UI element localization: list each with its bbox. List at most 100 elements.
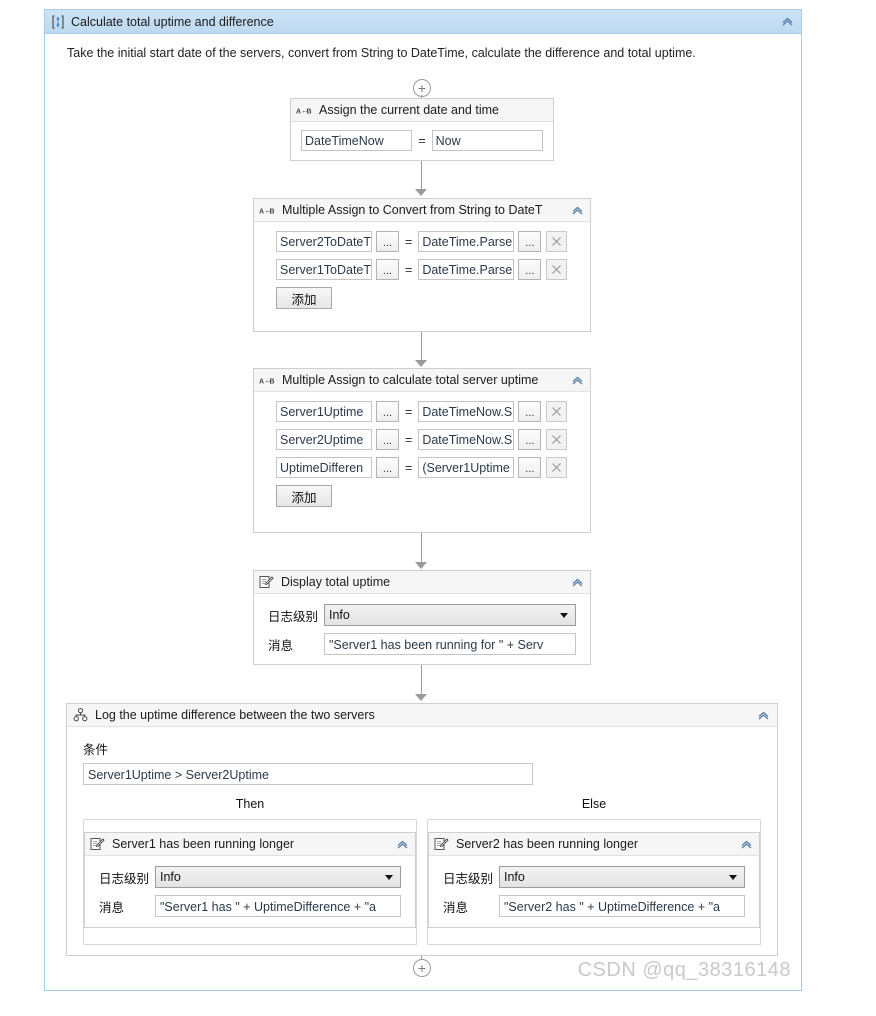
browse-value-button[interactable]: ... — [518, 457, 542, 478]
browse-value-button[interactable]: ... — [518, 259, 542, 280]
assign-row: UptimeDifferen ... = (Server1Uptime ... — [276, 457, 580, 478]
assign-to-input[interactable]: Server1Uptime — [276, 401, 372, 422]
delete-row-button[interactable] — [546, 429, 568, 450]
assign-value-input[interactable]: DateTime.Parse — [418, 259, 515, 280]
assign-to-input[interactable]: Server1ToDateT — [276, 259, 372, 280]
if-collapse-icon[interactable] — [755, 707, 771, 723]
log-message-input[interactable]: "Server1 has been running for " + Serv — [324, 633, 576, 655]
connector-arrow — [415, 694, 427, 701]
activity-body: 日志级别 Info 消息 "Server1 has been running f… — [254, 594, 590, 665]
delete-row-button[interactable] — [546, 259, 568, 280]
log-level-select[interactable]: Info — [324, 604, 576, 626]
browse-to-button[interactable]: ... — [376, 259, 399, 280]
activity-title: Multiple Assign to calculate total serve… — [282, 373, 539, 387]
activity-assign-now[interactable]: A ← B Assign the current date and time D… — [290, 98, 554, 161]
svg-text:B: B — [270, 208, 275, 215]
connector-line — [421, 665, 422, 695]
add-row-button[interactable]: 添加 — [276, 485, 332, 507]
then-drop-area[interactable]: Server1 has been running longer 日志级别 Inf… — [83, 819, 417, 945]
activity-header[interactable]: A ← B Multiple Assign to Convert from St… — [254, 199, 590, 222]
sequence-collapse-icon[interactable] — [779, 14, 795, 30]
activity-collapse-icon[interactable] — [738, 836, 754, 852]
assign-icon: A ← B — [296, 105, 312, 116]
activity-header[interactable]: Server2 has been running longer — [429, 833, 759, 856]
activity-log-server1-longer[interactable]: Server1 has been running longer 日志级别 Inf… — [84, 832, 416, 928]
add-activity-bottom-button[interactable]: + — [413, 959, 431, 977]
log-level-select[interactable]: Info — [499, 866, 745, 888]
log-message-field: 消息 "Server1 has " + UptimeDifference + "… — [99, 895, 401, 917]
assign-row: DateTimeNow = Now — [301, 130, 543, 151]
connector-line — [421, 533, 422, 563]
svg-text:B: B — [270, 378, 275, 385]
assign-to-input[interactable]: DateTimeNow — [301, 130, 413, 151]
assign-row: Server2ToDateT ... = DateTime.Parse ... — [276, 231, 580, 252]
equals-sign: = — [405, 460, 413, 475]
add-row-button[interactable]: 添加 — [276, 287, 332, 309]
connector-arrow — [415, 562, 427, 569]
log-message-input[interactable]: "Server2 has " + UptimeDifference + "a — [499, 895, 745, 917]
activity-multiple-assign-uptime[interactable]: A ← B Multiple Assign to calculate total… — [253, 368, 591, 533]
activity-collapse-icon[interactable] — [394, 836, 410, 852]
activity-header[interactable]: Display total uptime — [254, 571, 590, 594]
if-header[interactable]: Log the uptime difference between the tw… — [67, 704, 777, 727]
browse-to-button[interactable]: ... — [376, 401, 399, 422]
log-message-input[interactable]: "Server1 has " + UptimeDifference + "a — [155, 895, 401, 917]
activity-multiple-assign-convert[interactable]: A ← B Multiple Assign to Convert from St… — [253, 198, 591, 332]
activity-collapse-icon[interactable] — [569, 574, 585, 590]
browse-value-button[interactable]: ... — [518, 429, 542, 450]
activity-body: Server1Uptime ... = DateTimeNow.S ... Se… — [254, 392, 590, 517]
assign-value-input[interactable]: DateTimeNow.S — [418, 429, 515, 450]
activity-header[interactable]: A ← B Assign the current date and time — [291, 99, 553, 122]
connector-line — [421, 332, 422, 361]
equals-sign: = — [405, 404, 413, 419]
log-message-field: 消息 "Server1 has been running for " + Ser… — [268, 633, 576, 655]
assign-value-input[interactable]: (Server1Uptime — [418, 457, 515, 478]
connector-arrow — [415, 360, 427, 367]
browse-value-button[interactable]: ... — [518, 231, 542, 252]
add-activity-top-button[interactable]: + — [413, 79, 431, 97]
assign-value-input[interactable]: Now — [431, 130, 543, 151]
delete-row-button[interactable] — [546, 457, 568, 478]
assign-to-input[interactable]: UptimeDifferen — [276, 457, 372, 478]
sequence-header[interactable]: Calculate total uptime and difference — [45, 10, 801, 34]
svg-text:B: B — [307, 108, 312, 115]
delete-row-button[interactable] — [546, 231, 568, 252]
multiple-assign-icon: A ← B — [259, 375, 275, 386]
log-level-label: 日志级别 — [443, 871, 494, 886]
activity-header[interactable]: A ← B Multiple Assign to calculate total… — [254, 369, 590, 392]
log-message-label: 消息 — [443, 900, 469, 915]
log-level-field: 日志级别 Info — [443, 866, 745, 888]
log-level-value: Info — [329, 608, 350, 622]
browse-to-button[interactable]: ... — [376, 457, 399, 478]
condition-label: 条件 — [83, 743, 109, 757]
browse-value-button[interactable]: ... — [518, 401, 542, 422]
if-body: 条件 Server1Uptime > Server2Uptime Then Se… — [67, 727, 777, 955]
sequence-title: Calculate total uptime and difference — [71, 14, 274, 29]
activity-log-total-uptime[interactable]: Display total uptime 日志级别 Info 消息 "Serve… — [253, 570, 591, 665]
activity-title: Server2 has been running longer — [456, 837, 639, 851]
condition-input[interactable]: Server1Uptime > Server2Uptime — [83, 763, 533, 785]
log-level-select[interactable]: Info — [155, 866, 401, 888]
assign-to-input[interactable]: Server2Uptime — [276, 429, 372, 450]
if-branches: Then Server1 has been running longer 日志级… — [83, 797, 761, 945]
activity-title: Display total uptime — [281, 575, 391, 589]
log-level-label: 日志级别 — [99, 871, 150, 886]
else-drop-area[interactable]: Server2 has been running longer 日志级别 Inf… — [427, 819, 761, 945]
assign-to-input[interactable]: Server2ToDateT — [276, 231, 372, 252]
activity-header[interactable]: Server1 has been running longer — [85, 833, 415, 856]
browse-to-button[interactable]: ... — [376, 231, 399, 252]
chevron-down-icon — [729, 874, 737, 880]
activity-body: Server2ToDateT ... = DateTime.Parse ... … — [254, 222, 590, 319]
if-title: Log the uptime difference between the tw… — [95, 708, 375, 722]
activity-collapse-icon[interactable] — [569, 202, 585, 218]
assign-value-input[interactable]: DateTime.Parse — [418, 231, 515, 252]
activity-log-server2-longer[interactable]: Server2 has been running longer 日志级别 Inf… — [428, 832, 760, 928]
delete-row-button[interactable] — [546, 401, 568, 422]
log-message-icon — [434, 837, 449, 851]
activity-body: 日志级别 Info 消息 "Server1 has " + UptimeDiff… — [85, 856, 415, 927]
assign-value-input[interactable]: DateTimeNow.S — [418, 401, 515, 422]
activity-collapse-icon[interactable] — [569, 372, 585, 388]
activity-if[interactable]: Log the uptime difference between the tw… — [66, 703, 778, 956]
activity-body: DateTimeNow = Now — [291, 122, 553, 159]
browse-to-button[interactable]: ... — [376, 429, 399, 450]
